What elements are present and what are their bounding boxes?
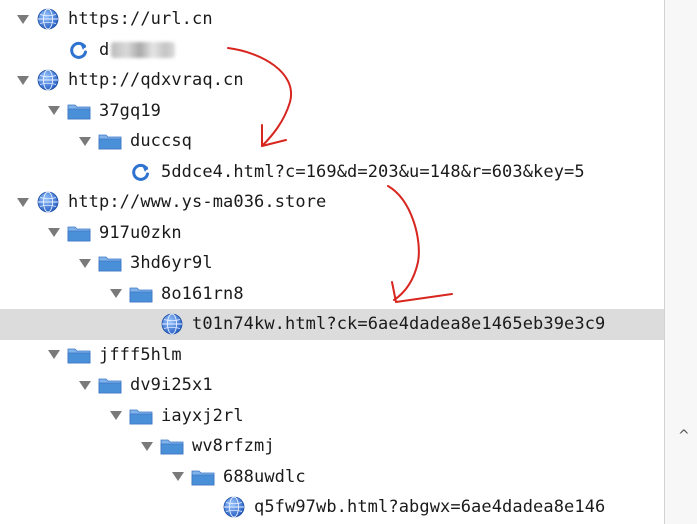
- disclosure-triangle-icon[interactable]: [16, 195, 30, 209]
- disclosure-triangle-icon[interactable]: [140, 439, 154, 453]
- request-tree-view: https://url.cn d http://qdxvraq.cn 37gq19 du…: [0, 0, 697, 524]
- tree-row[interactable]: https://url.cn: [0, 4, 664, 35]
- tree-row[interactable]: 5ddce4.html?c=169&d=203&u=148&r=603&key=…: [0, 157, 664, 188]
- tree-row[interactable]: iayxj2rl: [0, 401, 664, 432]
- tree-row[interactable]: wv8rfzmj: [0, 431, 664, 462]
- folder-icon: [129, 283, 153, 305]
- folder-icon: [129, 405, 153, 427]
- disclosure-triangle-icon[interactable]: [47, 104, 61, 118]
- globe-icon: [160, 313, 184, 335]
- disclosure-triangle-icon[interactable]: [109, 287, 123, 301]
- tree-row-label: 8o161rn8: [161, 283, 244, 304]
- folder-icon: [160, 435, 184, 457]
- globe-icon: [36, 8, 60, 30]
- tree-row[interactable]: t01n74kw.html?ck=6ae4dadea8e1465eb39e3c9: [0, 309, 664, 340]
- folder-icon: [67, 344, 91, 366]
- reload-icon: [129, 161, 153, 183]
- folder-icon: [98, 374, 122, 396]
- disclosure-triangle-icon[interactable]: [47, 226, 61, 240]
- tree-row-label: 3hd6yr9l: [130, 253, 213, 274]
- disclosure-triangle-icon[interactable]: [109, 409, 123, 423]
- folder-icon: [98, 252, 122, 274]
- tree-row[interactable]: 37gq19: [0, 96, 664, 127]
- disclosure-triangle-icon[interactable]: [78, 256, 92, 270]
- tree-row-label: http://qdxvraq.cn: [68, 70, 244, 91]
- tree-row-label: http://www.ys-ma036.store: [68, 192, 327, 213]
- globe-icon: [36, 69, 60, 91]
- globe-icon: [222, 496, 246, 518]
- tree-row-label: t01n74kw.html?ck=6ae4dadea8e1465eb39e3c9: [192, 314, 606, 335]
- tree-list: https://url.cn d http://qdxvraq.cn 37gq19 du…: [0, 4, 664, 524]
- vertical-scrollbar[interactable]: [664, 0, 697, 524]
- tree-row[interactable]: http://qdxvraq.cn: [0, 65, 664, 96]
- disclosure-triangle-icon[interactable]: [47, 348, 61, 362]
- tree-row-label: 917u0zkn: [99, 222, 182, 243]
- disclosure-triangle-icon[interactable]: [171, 470, 185, 484]
- tree-row-label: https://url.cn: [68, 9, 213, 30]
- tree-row-label: jfff5hlm: [99, 344, 182, 365]
- tree-row-label: 37gq19: [99, 100, 162, 121]
- folder-icon: [191, 466, 215, 488]
- tree-row-label: 688uwdlc: [223, 466, 306, 487]
- redacted-text: [111, 41, 176, 58]
- tree-row-label: iayxj2rl: [161, 405, 244, 426]
- tree-row[interactable]: d: [0, 35, 664, 66]
- folder-icon: [67, 100, 91, 122]
- tree-row[interactable]: 3hd6yr9l: [0, 248, 664, 279]
- tree-row-label: dv9i25x1: [130, 375, 213, 396]
- tree-row-label: duccsq: [130, 131, 193, 152]
- tree-row-label: 5ddce4.html?c=169&d=203&u=148&r=603&key=…: [161, 161, 585, 182]
- folder-icon: [67, 222, 91, 244]
- tree-row-label: d: [99, 39, 110, 60]
- tree-row-label: wv8rfzmj: [192, 436, 275, 457]
- disclosure-triangle-icon[interactable]: [16, 12, 30, 26]
- tree-row[interactable]: duccsq: [0, 126, 664, 157]
- tree-row[interactable]: 917u0zkn: [0, 218, 664, 249]
- tree-row[interactable]: 8o161rn8: [0, 279, 664, 310]
- folder-icon: [98, 130, 122, 152]
- reload-icon: [67, 39, 91, 61]
- disclosure-triangle-icon[interactable]: [78, 378, 92, 392]
- disclosure-triangle-icon[interactable]: [16, 73, 30, 87]
- tree-row[interactable]: q5fw97wb.html?abgwx=6ae4dadea8e146: [0, 492, 664, 523]
- scroll-caret-icon[interactable]: ^: [678, 428, 690, 444]
- tree-row-label: q5fw97wb.html?abgwx=6ae4dadea8e146: [254, 497, 606, 518]
- disclosure-triangle-icon[interactable]: [78, 134, 92, 148]
- tree-row[interactable]: jfff5hlm: [0, 340, 664, 371]
- tree-row[interactable]: dv9i25x1: [0, 370, 664, 401]
- tree-row[interactable]: 688uwdlc: [0, 462, 664, 493]
- tree-row[interactable]: http://www.ys-ma036.store: [0, 187, 664, 218]
- globe-icon: [36, 191, 60, 213]
